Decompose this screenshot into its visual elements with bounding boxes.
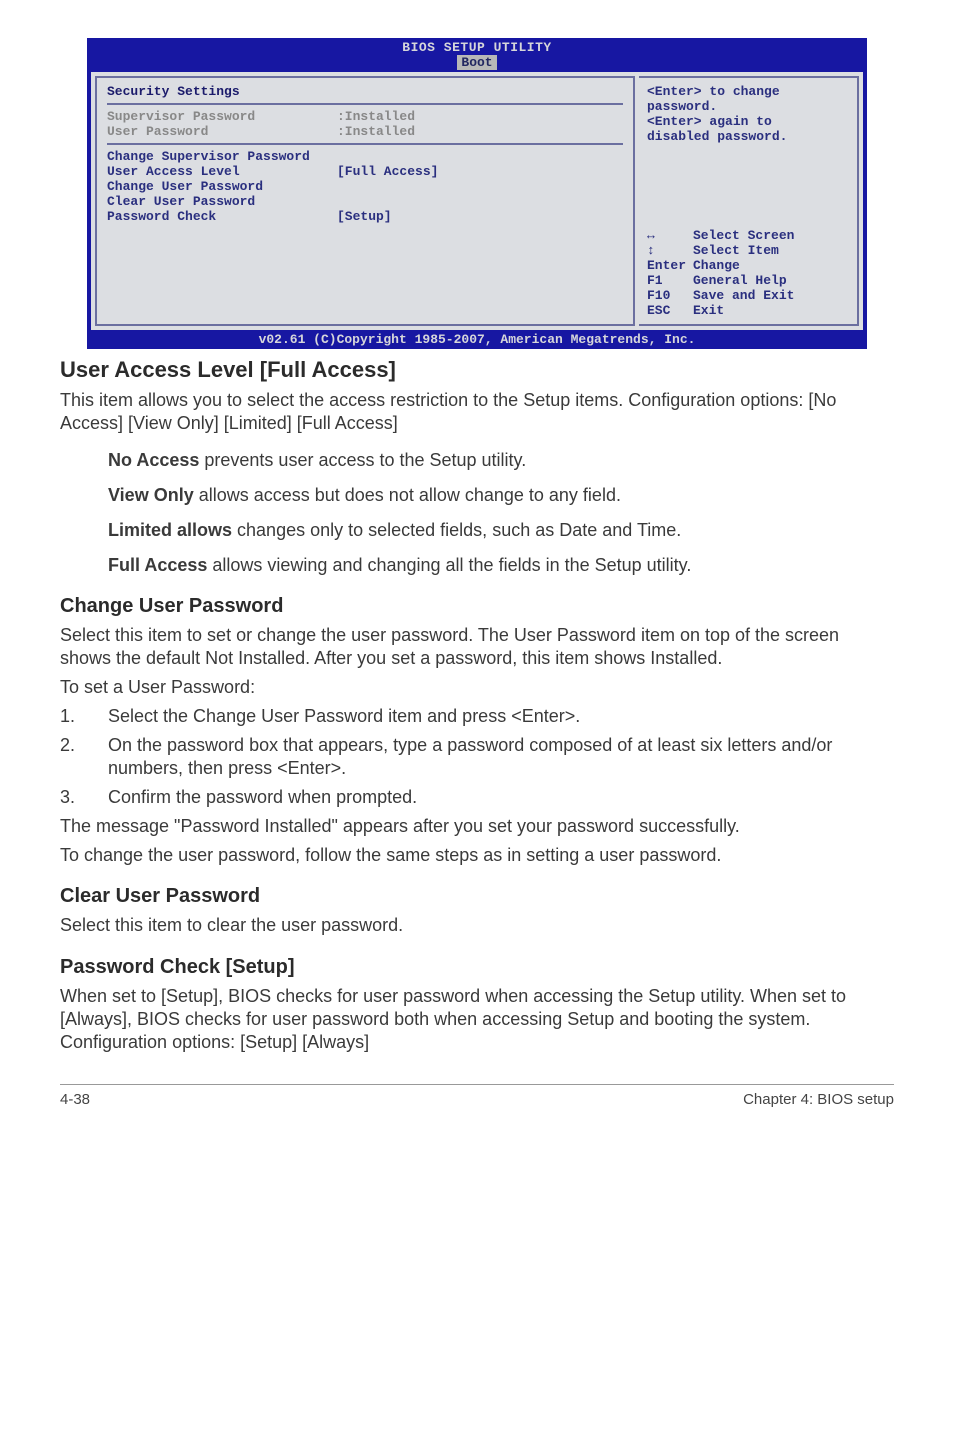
body-text: Limited allows changes only to selected …: [108, 519, 894, 542]
list-item: 1.Select the Change User Password item a…: [60, 705, 894, 728]
bios-nav-key: F10: [647, 288, 693, 303]
section-heading: User Access Level [Full Access]: [60, 357, 894, 383]
body-span: allows viewing and changing all the fiel…: [207, 555, 691, 575]
bios-item-change-user[interactable]: Change User Password: [107, 179, 623, 194]
bios-nav-pane: ↔Select Screen ↕Select Item EnterChange …: [647, 228, 849, 318]
body-span: allows access but does not allow change …: [194, 485, 621, 505]
bios-help-line: <Enter> again to: [647, 114, 849, 129]
bios-nav-text: Select Screen: [693, 228, 794, 243]
step-text: On the password box that appears, type a…: [108, 734, 894, 780]
bios-tabs: Boot: [87, 55, 867, 72]
step-text: Confirm the password when prompted.: [108, 786, 417, 809]
bios-item-password-check[interactable]: Password Check [Setup]: [107, 209, 623, 224]
bios-nav-key: Enter: [647, 258, 693, 273]
body-text: View Only allows access but does not all…: [108, 484, 894, 507]
body-text: This item allows you to select the acces…: [60, 389, 894, 435]
bios-item-change-supervisor[interactable]: Change Supervisor Password: [107, 149, 623, 164]
bios-left-pane: Security Settings Supervisor Password :I…: [95, 76, 635, 326]
bios-nav-text: Change: [693, 258, 740, 273]
section-heading: Password Check [Setup]: [60, 956, 894, 979]
bios-tab-boot[interactable]: Boot: [457, 55, 496, 70]
emphasis: No Access: [108, 450, 199, 470]
bios-nav-key: ESC: [647, 303, 693, 318]
arrow-lr-icon: ↔: [647, 228, 693, 243]
numbered-steps: 1.Select the Change User Password item a…: [60, 705, 894, 809]
body-text: Full Access allows viewing and changing …: [108, 554, 894, 577]
bios-sup-label: Supervisor Password: [107, 109, 337, 124]
bios-title: BIOS SETUP UTILITY: [87, 38, 867, 55]
body-text: To set a User Password:: [60, 676, 894, 699]
bios-user-access-value: [Full Access]: [337, 164, 438, 179]
step-text: Select the Change User Password item and…: [108, 705, 580, 728]
bios-supervisor-password: Supervisor Password :Installed: [107, 109, 623, 124]
body-text: The message "Password Installed" appears…: [60, 815, 894, 838]
body-text: No Access prevents user access to the Se…: [108, 449, 894, 472]
bios-panel: BIOS SETUP UTILITY Boot Security Setting…: [87, 38, 867, 349]
list-item: 2.On the password box that appears, type…: [60, 734, 894, 780]
bios-help-pane: <Enter> to change password. <Enter> agai…: [647, 84, 849, 220]
body-span: prevents user access to the Setup utilit…: [199, 450, 526, 470]
bios-help-line: <Enter> to change: [647, 84, 849, 99]
chapter-label: Chapter 4: BIOS setup: [743, 1091, 894, 1108]
arrow-ud-icon: ↕: [647, 243, 693, 258]
emphasis: Limited allows: [108, 520, 232, 540]
body-span: changes only to selected fields, such as…: [232, 520, 681, 540]
body-text: When set to [Setup], BIOS checks for use…: [60, 985, 894, 1054]
page-number: 4-38: [60, 1091, 90, 1108]
body-text: To change the user password, follow the …: [60, 844, 894, 867]
bios-copyright: v02.61 (C)Copyright 1985-2007, American …: [87, 330, 867, 349]
section-heading: Clear User Password: [60, 885, 894, 908]
bios-nav-text: Select Item: [693, 243, 779, 258]
bios-nav-text: General Help: [693, 273, 787, 288]
emphasis: View Only: [108, 485, 194, 505]
bios-sup-value: :Installed: [337, 109, 415, 124]
bios-user-password: User Password :Installed: [107, 124, 623, 139]
bios-user-label: User Password: [107, 124, 337, 139]
bios-user-access-label: User Access Level: [107, 164, 337, 179]
list-item: 3.Confirm the password when prompted.: [60, 786, 894, 809]
emphasis: Full Access: [108, 555, 207, 575]
bios-nav-text: Save and Exit: [693, 288, 794, 303]
bios-nav-text: Exit: [693, 303, 724, 318]
bios-help-line: disabled password.: [647, 129, 849, 144]
section-heading: Change User Password: [60, 595, 894, 618]
bios-user-value: :Installed: [337, 124, 415, 139]
bios-section-title: Security Settings: [107, 84, 623, 99]
bios-passcheck-label: Password Check: [107, 209, 337, 224]
body-text: Select this item to clear the user passw…: [60, 914, 894, 937]
bios-item-user-access[interactable]: User Access Level [Full Access]: [107, 164, 623, 179]
bios-passcheck-value: [Setup]: [337, 209, 392, 224]
bios-item-clear-user[interactable]: Clear User Password: [107, 194, 623, 209]
bios-nav-key: F1: [647, 273, 693, 288]
page-footer: 4-38 Chapter 4: BIOS setup: [60, 1084, 894, 1108]
bios-help-line: password.: [647, 99, 849, 114]
body-text: Select this item to set or change the us…: [60, 624, 894, 670]
